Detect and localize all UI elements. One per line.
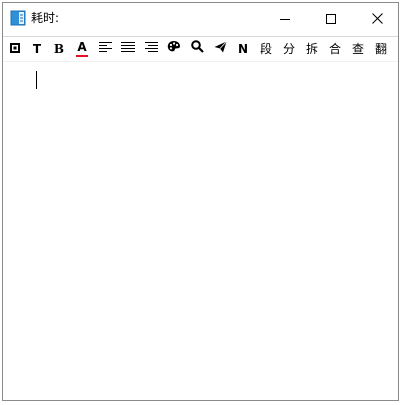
search-icon xyxy=(190,39,204,59)
translate-button[interactable]: 翻 xyxy=(370,39,392,59)
split-button[interactable]: 拆 xyxy=(301,39,323,59)
segment-button[interactable]: 段 xyxy=(255,39,277,59)
box-button[interactable] xyxy=(4,39,26,59)
close-icon xyxy=(371,9,383,28)
send-icon xyxy=(214,39,227,59)
text-caret xyxy=(36,71,37,89)
palette-icon xyxy=(167,39,181,59)
bold-button[interactable]: B xyxy=(48,39,70,59)
title-bar[interactable]: 耗时: xyxy=(3,3,398,35)
font-color-underline xyxy=(76,55,88,57)
maximize-icon xyxy=(326,9,336,28)
send-button[interactable] xyxy=(209,39,231,59)
window-title: 耗时: xyxy=(31,11,60,25)
merge-button[interactable]: 合 xyxy=(324,39,346,59)
app-window: 耗时: T B A N 段 分 拆 合 查 翻 xyxy=(2,2,399,401)
text-editor[interactable] xyxy=(3,62,398,400)
lookup-button[interactable]: 查 xyxy=(347,39,369,59)
close-button[interactable] xyxy=(354,3,400,34)
font-color-button[interactable]: A xyxy=(71,39,93,59)
divide-button[interactable]: 分 xyxy=(278,39,300,59)
square-outline-icon xyxy=(10,39,20,59)
font-color-letter: A xyxy=(77,40,87,54)
minimize-icon xyxy=(280,9,290,28)
color-palette-button[interactable] xyxy=(163,39,185,59)
align-left-button[interactable] xyxy=(94,39,116,59)
notepad-app-icon xyxy=(10,10,26,26)
align-justify-icon xyxy=(121,39,135,59)
text-button[interactable]: T xyxy=(26,39,48,59)
search-button[interactable] xyxy=(186,39,208,59)
maximize-button[interactable] xyxy=(308,3,354,34)
align-left-icon xyxy=(98,39,112,59)
align-right-button[interactable] xyxy=(140,39,162,59)
align-center-button[interactable] xyxy=(117,39,139,59)
align-right-icon xyxy=(144,39,158,59)
minimize-button[interactable] xyxy=(262,3,308,34)
n-button[interactable]: N xyxy=(232,39,254,59)
format-toolbar: T B A N 段 分 拆 合 查 翻 xyxy=(3,37,398,62)
